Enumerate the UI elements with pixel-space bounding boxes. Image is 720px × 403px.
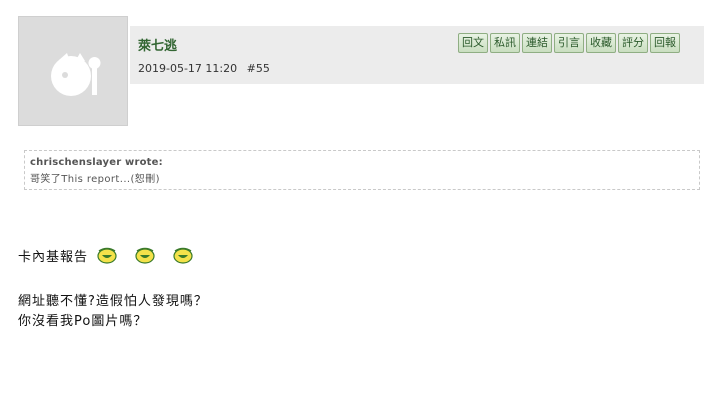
content-text-2: 網址聽不懂?造假怕人發現嗎？ [18,294,208,309]
message-button[interactable]: 私訊 [490,33,520,53]
quote-box: chrischenslayer wrote: 哥笑了This report...… [24,150,700,190]
laugh-emoticon-icon [97,247,117,264]
content-line-1: 卡內基報告 [18,242,210,268]
post-content: 卡內基報告 網址聽不懂?造假怕人發現嗎？ 你沒看我Po圖片嗎？ [18,242,210,332]
post-datetime: 2019-05-17 11:20 [138,62,238,75]
content-text-3: 你沒看我Po圖片嗎？ [18,314,148,329]
content-text-1: 卡內基報告 [18,249,89,265]
reply-button[interactable]: 回文 [458,33,488,53]
post-meta: 2019-05-17 11:20 #55 [138,62,276,75]
laugh-emoticon-icon [173,247,193,264]
quote-button[interactable]: 引言 [554,33,584,53]
avatar[interactable] [18,16,128,126]
default-avatar-icon [51,53,101,96]
quote-text: 哥笑了This report...(恕刪) [30,174,160,185]
laugh-emoticon-icon [135,247,155,264]
post-actions: 回文 私訊 連結 引言 收藏 評分 回報 [458,33,680,53]
rate-button[interactable]: 評分 [618,33,648,53]
quote-author: chrischenslayer wrote: [30,157,163,168]
username[interactable]: 萊七逃 [138,35,177,54]
link-button[interactable]: 連結 [522,33,552,53]
post-number[interactable]: #55 [247,62,270,75]
report-button[interactable]: 回報 [650,33,680,53]
bookmark-button[interactable]: 收藏 [586,33,616,53]
